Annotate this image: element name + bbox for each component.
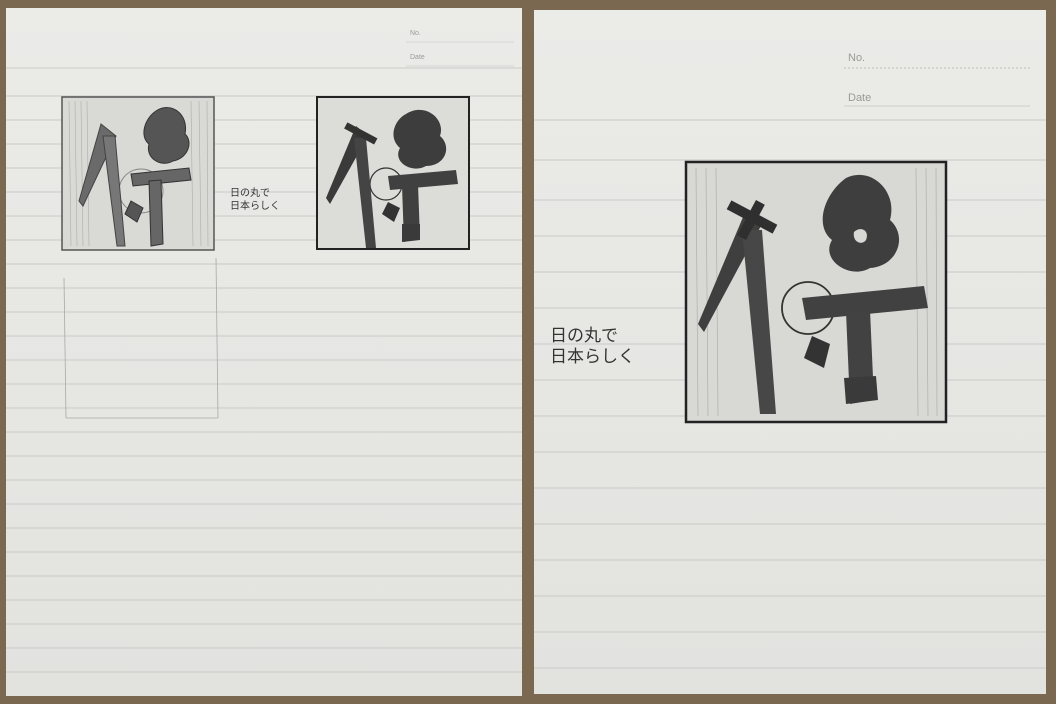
no-label-right: No. xyxy=(848,52,866,64)
no-label: No. xyxy=(410,30,421,37)
date-label: Date xyxy=(410,54,425,61)
note-line-1-right: 日の丸で xyxy=(550,326,618,346)
date-label-right: Date xyxy=(848,92,872,104)
note-line-2: 日本らしく xyxy=(230,200,280,212)
photo-left: No. Date 日の丸で 日本らしく xyxy=(0,0,528,704)
handwritten-note-left: 日の丸で 日本らしく xyxy=(230,188,280,213)
ink-sketch-logo-large xyxy=(684,160,948,424)
handwritten-note-right: 日の丸で 日本らしく xyxy=(550,326,635,369)
photo-right: No. Date 日の丸で 日本らしく xyxy=(528,0,1056,704)
ink-sketch-logo-small xyxy=(316,96,470,250)
pencil-sketch-logo xyxy=(61,96,215,251)
notebook-page-left: No. Date 日の丸で 日本らしく xyxy=(6,8,522,696)
note-line-2-right: 日本らしく xyxy=(550,347,635,368)
note-line-1: 日の丸で xyxy=(230,188,270,199)
notebook-page-right: No. Date 日の丸で 日本らしく xyxy=(534,10,1046,694)
